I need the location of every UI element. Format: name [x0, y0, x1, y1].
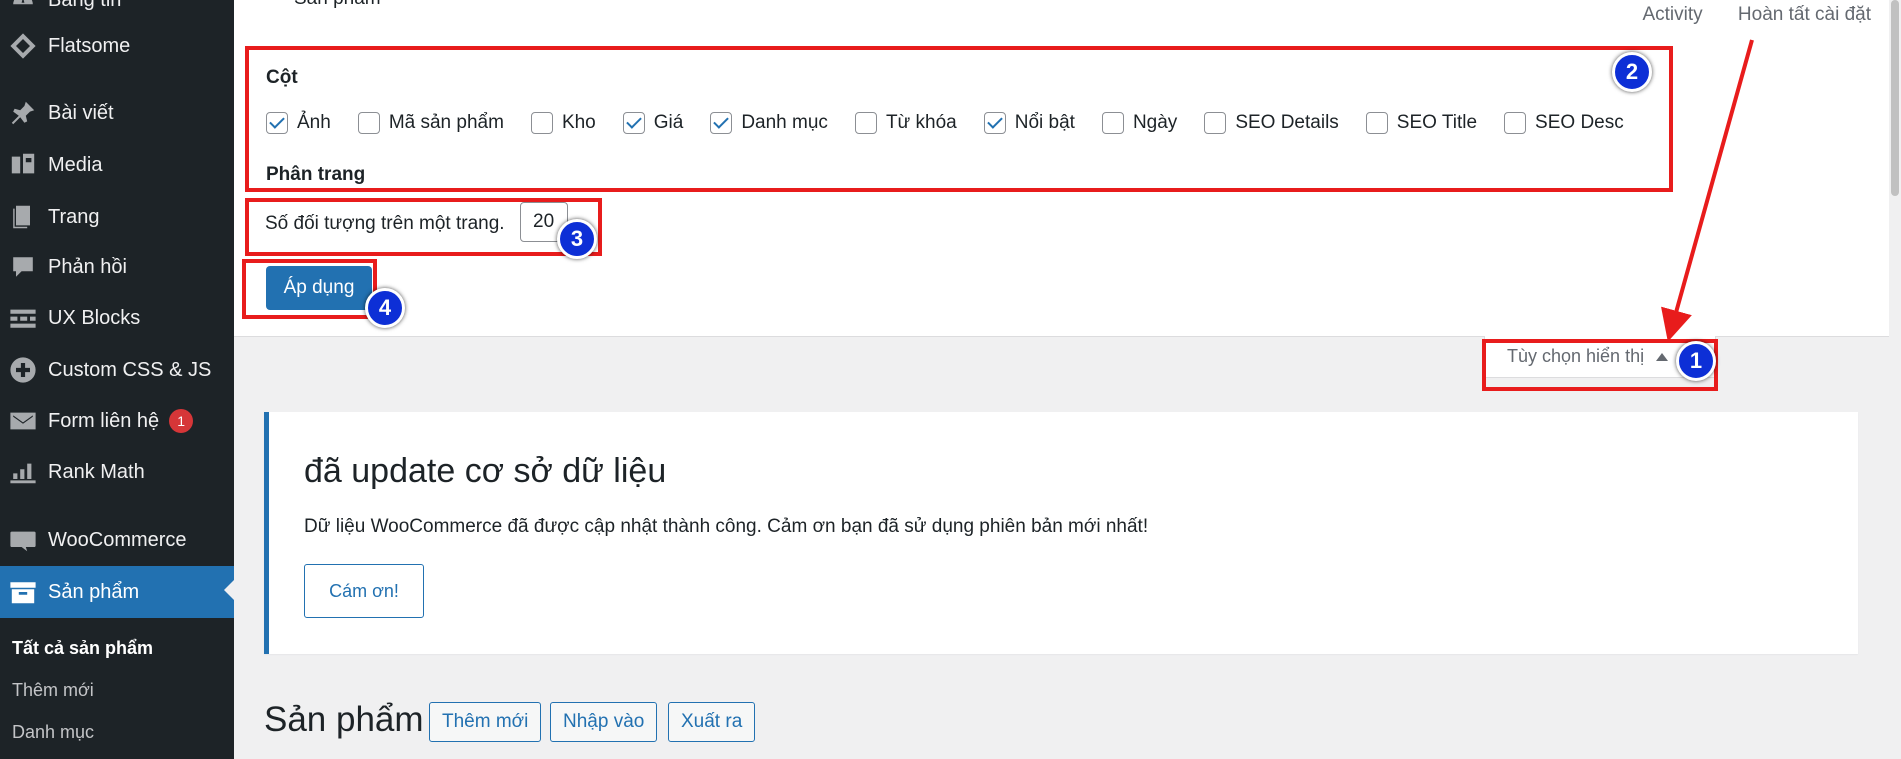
- menu-item-custom-css-js[interactable]: Custom CSS & JS: [0, 346, 234, 394]
- page-title: Sản phẩm: [264, 700, 424, 739]
- menu-label: Trang: [48, 205, 100, 228]
- menu-item-flatsome[interactable]: Flatsome: [0, 22, 234, 70]
- marker-2: 2: [1612, 52, 1652, 92]
- marker-3: 3: [557, 219, 597, 259]
- setup-link[interactable]: Hoàn tất cài đặt: [1738, 4, 1871, 25]
- menu-label: Bảng tin: [48, 0, 121, 12]
- woo-icon: [7, 526, 39, 554]
- comment-icon: [7, 253, 39, 281]
- menu-label: Media: [48, 153, 103, 176]
- annotation-box-per-page: [245, 198, 602, 256]
- add-new-button[interactable]: Thêm mới: [429, 702, 542, 742]
- chart-icon: [7, 458, 39, 486]
- blocks-icon: [7, 304, 39, 332]
- menu-label: WooCommerce: [48, 528, 187, 551]
- menu-label: Form liên hệ: [48, 409, 160, 432]
- activity-link[interactable]: Activity: [1642, 4, 1702, 25]
- top-heading: Sản phẩm: [294, 0, 381, 10]
- admin-sidebar: Bảng tin Flatsome Bài viết Media Trang P…: [0, 0, 234, 759]
- export-button[interactable]: Xuất ra: [668, 702, 756, 742]
- notice-title: đã update cơ sở dữ liệu: [304, 452, 667, 490]
- menu-label: Custom CSS & JS: [48, 358, 212, 381]
- menu-item-dashboard[interactable]: Bảng tin: [0, 0, 234, 24]
- submenu-categories[interactable]: Danh mục: [12, 722, 94, 743]
- menu-label: Sản phẩm: [48, 580, 140, 603]
- menu-item-ux-blocks[interactable]: UX Blocks: [0, 294, 234, 342]
- annotation-box-apply: [242, 259, 377, 319]
- mail-icon: [7, 407, 39, 435]
- thanks-button[interactable]: Cám ơn!: [304, 564, 424, 618]
- menu-label: UX Blocks: [48, 306, 141, 329]
- notification-badge: 1: [169, 409, 194, 433]
- archive-icon: [7, 578, 39, 606]
- menu-label: Phản hồi: [48, 255, 127, 278]
- menu-item-rank-math[interactable]: Rank Math: [0, 448, 234, 496]
- page-icon: [7, 203, 39, 231]
- pin-icon: [7, 99, 39, 127]
- top-links: Activity Hoàn tất cài đặt: [1612, 4, 1871, 26]
- submenu-add-new[interactable]: Thêm mới: [12, 680, 94, 701]
- update-notice: đã update cơ sở dữ liệu Dữ liệu WooComme…: [264, 412, 1858, 654]
- submenu-all-products[interactable]: Tất cả sản phẩm: [12, 638, 153, 659]
- import-button[interactable]: Nhập vào: [550, 702, 658, 742]
- menu-item-media[interactable]: Media: [0, 141, 234, 189]
- flatsome-icon: [7, 32, 39, 60]
- menu-item-products[interactable]: Sản phẩm: [0, 566, 234, 618]
- menu-item-posts[interactable]: Bài viết: [0, 89, 234, 137]
- media-icon: [7, 151, 39, 179]
- notice-text: Dữ liệu WooCommerce đã được cập nhật thà…: [304, 516, 1149, 537]
- plus-circle-icon: [7, 356, 39, 384]
- menu-item-woocommerce[interactable]: WooCommerce: [0, 516, 234, 564]
- marker-4: 4: [365, 288, 405, 328]
- menu-item-pages[interactable]: Trang: [0, 193, 234, 241]
- menu-label: Bài viết: [48, 101, 114, 124]
- scrollbar-thumb[interactable]: [1891, 0, 1899, 196]
- menu-label: Rank Math: [48, 460, 145, 483]
- scrollbar[interactable]: [1889, 0, 1901, 759]
- menu-item-comments[interactable]: Phản hồi: [0, 243, 234, 291]
- menu-item-contact-form[interactable]: Form liên hệ 1: [0, 397, 234, 445]
- annotation-box-columns: [245, 46, 1673, 192]
- dashboard-icon: [7, 0, 39, 14]
- marker-1: 1: [1676, 341, 1716, 381]
- menu-label: Flatsome: [48, 34, 131, 57]
